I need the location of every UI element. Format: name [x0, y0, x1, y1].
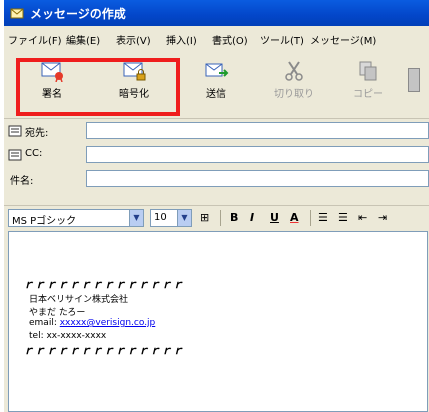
underline-button[interactable]: U [270, 211, 279, 224]
chevron-down-icon: ▼ [177, 210, 191, 226]
address-book-icon[interactable] [8, 125, 22, 137]
italic-button[interactable]: I [250, 211, 254, 224]
numbered-list-icon[interactable]: ☰ [318, 211, 328, 224]
increase-indent-icon[interactable]: ⇥ [378, 211, 387, 224]
copy-icon [359, 61, 377, 81]
menu-edit[interactable]: 編集(E) [66, 32, 100, 47]
menu-file[interactable]: ファイル(F) [8, 32, 62, 47]
bullet-list-icon[interactable]: ☰ [338, 211, 348, 224]
menu-format[interactable]: 書式(O) [212, 32, 248, 47]
cut-label: 切り取り [274, 89, 314, 100]
font-select[interactable]: MS Pゴシック ▼ [8, 209, 144, 227]
message-body[interactable]: ｒｒｒｒｒｒｒｒｒｒｒｒｒｒ 日本ベリサイン株式会社 やまだ たろー email… [8, 231, 428, 412]
highlight-box [16, 58, 180, 116]
signature-company: 日本ベリサイン株式会社 [29, 295, 129, 305]
send-icon [205, 63, 229, 77]
scissors-icon [285, 61, 303, 81]
font-size-select[interactable]: 10 ▼ [150, 209, 192, 227]
paste-icon [408, 68, 420, 92]
signature-email-label: email: [29, 318, 57, 328]
font-color-button[interactable]: A [290, 211, 299, 224]
copy-label: コピー [353, 89, 383, 100]
cc-row: CC: [4, 144, 429, 166]
chevron-down-icon: ▼ [129, 210, 143, 226]
cc-label: CC: [25, 148, 43, 159]
signature-rule-bottom: ｒｒｒｒｒｒｒｒｒｒｒｒｒｒ [23, 344, 184, 357]
font-value: MS Pゴシック [12, 216, 77, 227]
title-bar: メッセージの作成 [4, 0, 429, 26]
toolbar-separator [220, 210, 221, 226]
menu-bar: ファイル(F) 編集(E) 表示(V) 挿入(I) 書式(O) ツール(T) メ… [4, 28, 429, 48]
send-button[interactable]: 送信 [188, 60, 244, 108]
to-label: 宛先: [25, 128, 49, 139]
copy-button[interactable]: コピー [340, 60, 396, 108]
bold-button[interactable]: B [230, 211, 238, 224]
signature-name: やまだ たろー [29, 308, 86, 318]
message-icon [10, 8, 24, 19]
subject-row: 件名: [4, 168, 429, 190]
format-toolbar: MS Pゴシック ▼ 10 ▼ ⊞ B I U A ☰ ☰ ⇤ ⇥ [4, 205, 429, 230]
cut-button[interactable]: 切り取り [266, 60, 322, 108]
signature-tel: tel: xx-xxxx-xxxx [29, 331, 107, 341]
subject-field[interactable] [86, 170, 429, 187]
to-row: 宛先: [4, 120, 429, 142]
window-title: メッセージの作成 [30, 7, 126, 21]
cc-field[interactable] [86, 146, 429, 163]
menu-view[interactable]: 表示(V) [116, 32, 151, 47]
menu-tools[interactable]: ツール(T) [260, 32, 304, 47]
subject-label: 件名: [10, 176, 34, 187]
address-book-icon[interactable] [8, 149, 22, 161]
signature-rule-top: ｒｒｒｒｒｒｒｒｒｒｒｒｒｒ [23, 278, 184, 291]
font-size-value: 10 [154, 212, 167, 223]
toolbar-separator [310, 210, 311, 226]
to-field[interactable] [86, 122, 429, 139]
signature-email: email: xxxxx@verisign.co.jp [29, 318, 155, 328]
signature-email-link[interactable]: xxxxx@verisign.co.jp [60, 318, 156, 328]
menu-message[interactable]: メッセージ(M) [310, 32, 376, 47]
paragraph-style-icon[interactable]: ⊞ [200, 211, 209, 224]
menu-insert[interactable]: 挿入(I) [166, 32, 197, 47]
send-label: 送信 [206, 89, 226, 100]
decrease-indent-icon[interactable]: ⇤ [358, 211, 367, 224]
